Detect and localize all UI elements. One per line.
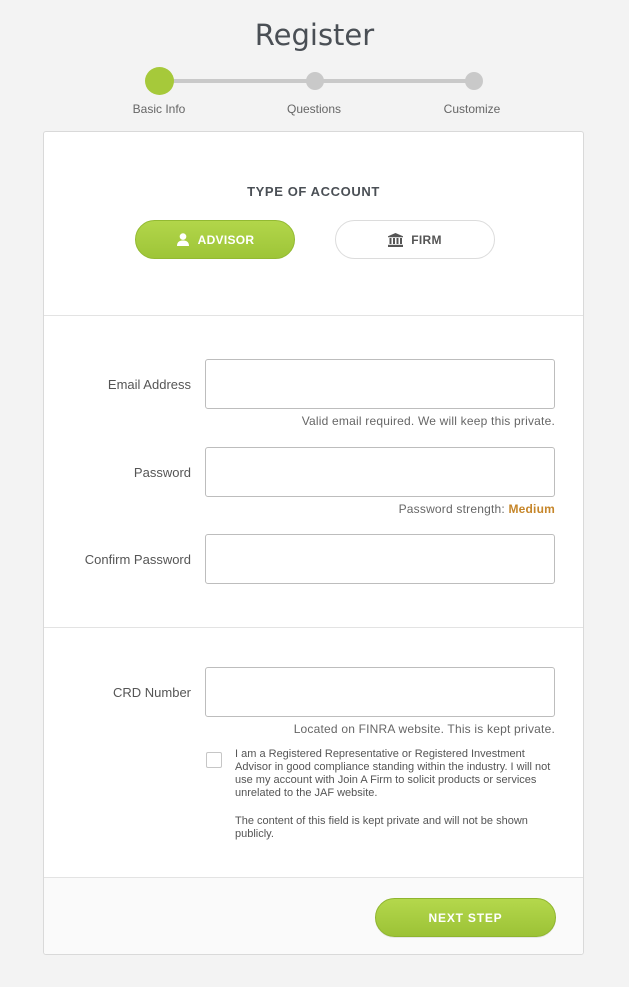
step-dot-basic-info [145,67,174,95]
crd-label: CRD Number [112,685,191,700]
confirm-password-field[interactable] [205,534,555,584]
step-dot-questions [306,72,324,90]
agreement-checkbox[interactable] [206,752,222,768]
card-footer: NEXT STEP [44,877,583,954]
user-icon [176,233,190,246]
email-hint: Valid email required. We will keep this … [301,414,555,428]
registration-card: TYPE OF ACCOUNT ADVISOR FIRM Email Addre… [43,131,584,955]
account-type-heading: TYPE OF ACCOUNT [247,184,380,199]
progress-steps: Basic Info Questions Customize [0,67,629,118]
section-divider [44,315,583,316]
firm-button-label: FIRM [411,232,442,247]
section-divider [44,627,583,628]
password-strength-value: Medium [508,502,555,516]
step-dot-customize [465,72,483,90]
crd-hint: Located on FINRA website. This is kept p… [293,722,555,736]
advisor-button-label: ADVISOR [197,232,255,247]
email-field[interactable] [205,359,555,409]
next-step-button[interactable]: NEXT STEP [375,898,556,937]
bank-icon [388,232,404,247]
password-field[interactable] [205,447,555,497]
advisor-button[interactable]: ADVISOR [135,220,295,259]
page-title: Register [254,18,375,52]
agreement-text: I am a Registered Representative or Regi… [235,748,551,799]
privacy-note: The content of this field is kept privat… [235,815,528,840]
step-label-questions: Questions [286,102,342,116]
crd-number-field[interactable] [205,667,555,717]
firm-button[interactable]: FIRM [335,220,495,259]
password-strength-prefix: Password strength: [398,502,509,516]
password-strength-hint: Password strength: Medium [399,502,555,516]
email-label: Email Address [107,377,191,392]
step-label-basic-info: Basic Info [132,102,186,116]
step-label-customize: Customize [443,102,501,116]
password-label: Password [133,465,191,480]
confirm-password-label: Confirm Password [84,552,191,567]
